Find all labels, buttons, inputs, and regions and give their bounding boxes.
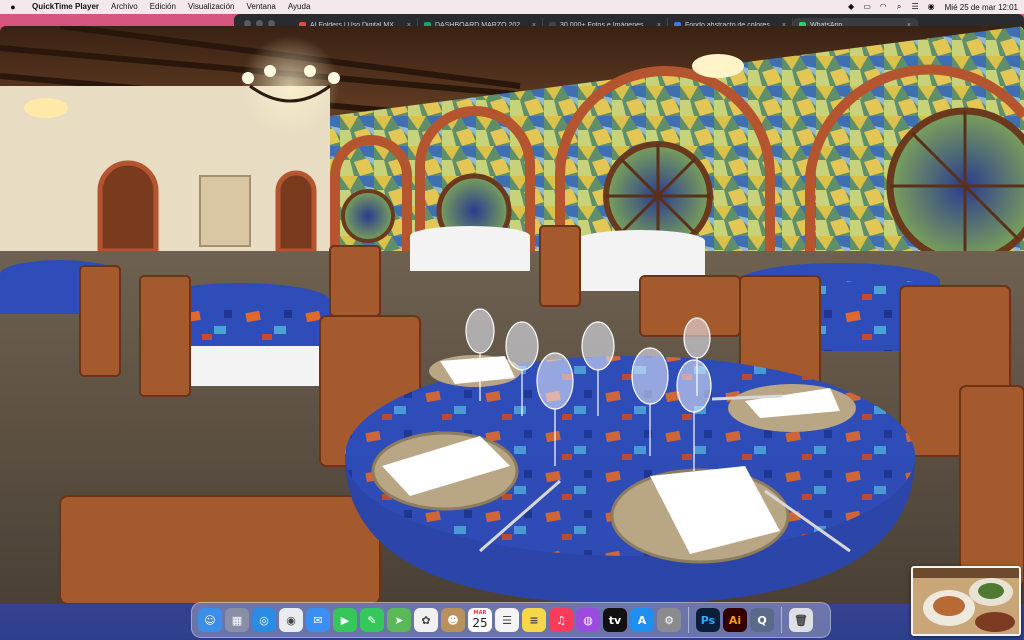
dock-messages-icon[interactable]: ✎ (360, 608, 384, 632)
dock-chrome-icon[interactable]: ◉ (279, 608, 303, 632)
dock-calendar-icon[interactable]: MAR 25 (468, 608, 492, 632)
dock-quicktime-icon[interactable]: Q (750, 608, 774, 632)
dock-launchpad-icon[interactable]: ▦ (225, 608, 249, 632)
food-thumbnail (913, 568, 1019, 634)
menu-archivo[interactable]: Archivo (105, 0, 144, 14)
dock-illustrator-icon[interactable]: Ai (723, 608, 747, 632)
dock-safari-icon[interactable]: ◎ (252, 608, 276, 632)
search-icon[interactable]: ⌕ (895, 3, 904, 11)
dock-photoshop-icon[interactable]: Ps (696, 608, 720, 632)
dock-trash-icon[interactable]: 🗑 (789, 608, 813, 632)
menu-bar: ● QuickTime Player Archivo Edición Visua… (0, 0, 1024, 14)
dock-tv-icon[interactable]: tv (603, 608, 627, 632)
menu-clock[interactable]: Mié 25 de mar 12:01 (945, 3, 1018, 12)
dock-finder-icon[interactable]: ☺ (198, 608, 222, 632)
dock-reminders-icon[interactable]: ☰ (495, 608, 519, 632)
apple-menu-icon[interactable]: ● (0, 2, 26, 12)
menu-app-name[interactable]: QuickTime Player (26, 0, 105, 14)
status-area: ◆ ▭ ◠ ⌕ ☰ ◉ Mié 25 de mar 12:01 (847, 3, 1024, 12)
dock-maps-icon[interactable]: ➤ (387, 608, 411, 632)
dock-app-store-icon[interactable]: A (630, 608, 654, 632)
dock-separator (688, 607, 689, 633)
control-center-icon[interactable]: ☰ (911, 3, 920, 11)
dock-system-preferences-icon[interactable]: ⚙ (657, 608, 681, 632)
menu-visualizacion[interactable]: Visualización (182, 0, 241, 14)
menu-ventana[interactable]: Ventana (240, 0, 281, 14)
menu-edicion[interactable]: Edición (144, 0, 182, 14)
menu-ayuda[interactable]: Ayuda (282, 0, 317, 14)
dock-podcasts-icon[interactable]: ◍ (576, 608, 600, 632)
dock: ☺ ▦ ◎ ◉ ✉ ▶ ✎ ➤ ✿ ☻ MAR 25 ☰ ≡ ♫ ◍ tv A ⚙ Ps Ai Q 🗑 (191, 602, 831, 638)
wifi-icon[interactable]: ◠ (879, 3, 888, 11)
dock-music-icon[interactable]: ♫ (549, 608, 573, 632)
dropbox-icon[interactable]: ◆ (847, 3, 856, 11)
siri-icon[interactable]: ◉ (927, 3, 936, 11)
dock-mail-icon[interactable]: ✉ (306, 608, 330, 632)
restaurant-video-frame (0, 26, 1024, 604)
picture-in-picture-video[interactable] (911, 566, 1021, 636)
video-window[interactable] (0, 26, 1024, 604)
calendar-day-label: 25 (472, 616, 488, 630)
chandelier-decor (240, 36, 340, 136)
dock-facetime-icon[interactable]: ▶ (333, 608, 357, 632)
dock-notes-icon[interactable]: ≡ (522, 608, 546, 632)
dock-photos-icon[interactable]: ✿ (414, 608, 438, 632)
dock-contacts-icon[interactable]: ☻ (441, 608, 465, 632)
battery-icon[interactable]: ▭ (863, 3, 872, 11)
dock-separator (781, 607, 782, 633)
